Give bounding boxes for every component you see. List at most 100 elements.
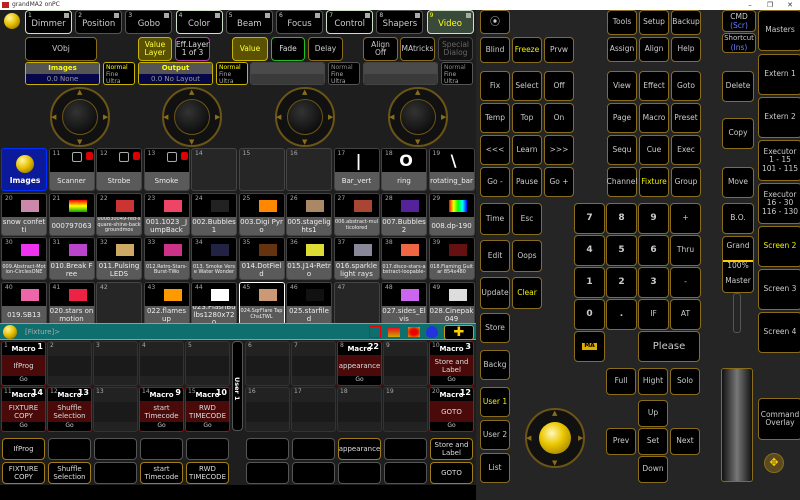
pool-item-18[interactable]: 18 Oring [381, 148, 427, 191]
encoder-3-display[interactable] [250, 62, 325, 85]
goto-key[interactable]: Goto [671, 71, 701, 101]
select-tool-key[interactable]: ⦿ [480, 10, 510, 34]
fade-button[interactable]: Fade [271, 37, 305, 61]
executor-15[interactable]: Macro 10 RWD TIMECODE Go 15 [185, 387, 230, 432]
at-key[interactable]: AT [670, 299, 701, 330]
pool-item-15[interactable]: 15 [238, 148, 285, 191]
pause-key[interactable]: Pause [512, 167, 542, 197]
down-key[interactable]: Down [638, 456, 668, 483]
pool-item-41[interactable]: 41 020.stars on motion [48, 281, 95, 325]
up-key[interactable]: Up [638, 400, 668, 427]
align-button[interactable]: Align Off [363, 37, 398, 61]
pool-item-11[interactable]: 11 Scanner [48, 148, 95, 191]
pool-item-17[interactable]: 17 | Bar_vert [333, 148, 380, 191]
temp-key[interactable]: Temp [480, 103, 510, 133]
grand-master-fader[interactable]: Grand 100% Master [722, 236, 754, 293]
restore-button[interactable]: ❐ [760, 0, 780, 10]
pool-item-31[interactable]: 31 010.Break Free [48, 237, 95, 280]
pool-item-26[interactable]: 26 005.stagelights1 [286, 192, 332, 236]
executor-2[interactable]: 2 [47, 341, 92, 386]
executor-button-5[interactable] [186, 438, 229, 460]
pool-item-28[interactable]: 28 007.Bubbles 2 [381, 192, 427, 236]
page-key[interactable]: Page [607, 103, 637, 133]
value-layer-button[interactable]: Value Layer [138, 37, 172, 61]
network-session-icon[interactable] [388, 327, 400, 337]
tab-color[interactable]: 4 Color [175, 10, 223, 34]
pool-item-38[interactable]: 38 017.disco-stars-abstract-loopable- [381, 237, 427, 280]
time-key[interactable]: Time [480, 203, 510, 235]
executor-16[interactable]: 16 [245, 387, 290, 432]
list-key[interactable]: List [480, 453, 510, 483]
pool-item-24[interactable]: 24 002.Bubbles 1 [191, 192, 237, 236]
pool-item-34[interactable]: 34 013. Smoke Verse Water Wonder [191, 237, 237, 280]
trackball[interactable]: ▲ ▼ ◀ ▶ [525, 408, 585, 468]
executor-button-17[interactable] [292, 462, 335, 484]
select-key[interactable]: Select [512, 71, 542, 101]
encoder-1-display[interactable]: Images 0.0 None [25, 62, 100, 85]
channel-key[interactable]: Channel [607, 167, 637, 197]
next-key[interactable]: Next [670, 428, 700, 455]
command-overlay-key[interactable]: Command Overlay [758, 398, 800, 440]
executor-5[interactable]: 5 [185, 341, 230, 386]
pool-item-30[interactable]: 30 009.Abstract-Motion-CirclesONE [1, 237, 47, 280]
0-key[interactable]: 0 [574, 299, 605, 330]
5-key[interactable]: 5 [606, 235, 637, 266]
tab-beam[interactable]: 5 Beam [225, 10, 273, 34]
key-key[interactable]: . [606, 299, 637, 330]
special-dialog-button[interactable]: Special Dialog [438, 37, 473, 61]
master-ball-icon[interactable] [4, 13, 20, 29]
prvw-key[interactable]: Prvw [544, 37, 574, 63]
executor-6[interactable]: 6 [245, 341, 290, 386]
executor-13[interactable]: 13 [93, 387, 138, 432]
executor-7[interactable]: 7 [291, 341, 336, 386]
solo-key[interactable]: Solo [670, 368, 700, 395]
on-key[interactable]: On [544, 103, 574, 133]
pool-item-36[interactable]: 36 015.J14-Retro [286, 237, 332, 280]
executor-button-4[interactable] [140, 438, 183, 460]
user-2-key[interactable]: User 2 [480, 420, 510, 450]
executor-20[interactable]: Macro 12 GOTO Go 20 [429, 387, 474, 432]
oops-key[interactable]: Oops [512, 240, 542, 272]
executor-button-18[interactable] [338, 462, 381, 484]
executor-8[interactable]: Macro 22 appearance Go 8 [337, 341, 382, 386]
2-key[interactable]: 2 [606, 267, 637, 298]
top-key[interactable]: Top [512, 103, 542, 133]
key-key[interactable]: + [670, 203, 701, 234]
pool-item-45[interactable]: 45 024.SqrFlare TapChsLTWL [238, 281, 285, 325]
fixture-key[interactable]: Fixture [639, 167, 669, 197]
learn-key[interactable]: Learn [512, 135, 542, 165]
minimize-button[interactable]: – [740, 0, 760, 10]
encoder-4-knob[interactable]: ▲ ▼ ◀ ▶ [388, 87, 448, 147]
full-key[interactable]: Full [606, 368, 636, 395]
pool-item-23[interactable]: 23 001.1023 _JumpBack [143, 192, 190, 236]
executor-button-1[interactable]: IfProg [2, 438, 45, 460]
backup-key[interactable]: Backup [671, 10, 701, 35]
pool-item-47[interactable]: 47 [333, 281, 380, 325]
setup-key[interactable]: Setup [639, 10, 669, 35]
freeze-key[interactable]: Freeze [512, 37, 542, 63]
tab-video[interactable]: 9 Video [426, 10, 474, 34]
executor-button-14[interactable]: start Timecode [140, 462, 183, 484]
hight-key[interactable]: Hight [638, 368, 668, 395]
pool-item-13[interactable]: 13 Smoke [143, 148, 190, 191]
pool-item-43[interactable]: 43 022.flames up [143, 281, 190, 325]
encoder-1-knob[interactable]: ▲ ▼ ◀ ▶ [50, 87, 110, 147]
cmd-key[interactable]: CMD (Scr) [722, 10, 756, 32]
pool-item-12[interactable]: 12 Strobe [96, 148, 142, 191]
3-key[interactable]: 3 [638, 267, 669, 298]
preset-key[interactable]: Preset [671, 103, 701, 133]
tab-control[interactable]: 7 Control [326, 10, 374, 34]
tab-focus[interactable]: 6 Focus [276, 10, 323, 34]
executor-3[interactable]: 3 [93, 341, 138, 386]
pool-item-27[interactable]: 27 006.abstract-multicolored [333, 192, 380, 236]
executor-button-9[interactable] [384, 438, 427, 460]
pool-item-19[interactable]: 19 \ rotating_bar [428, 148, 475, 191]
macro-key[interactable]: Macro [639, 103, 669, 133]
view-key[interactable]: View [607, 71, 637, 101]
executor-12[interactable]: Macro 13 Shuffle Selection Go 12 [47, 387, 92, 432]
go-key[interactable]: Go + [544, 167, 574, 197]
level-wheel[interactable] [721, 368, 753, 482]
executor-1-15-101-115-key[interactable]: Executor 1 - 15 101 - 115 [758, 140, 800, 181]
please-key[interactable]: Please [638, 331, 700, 362]
group-key[interactable]: Group [671, 167, 701, 197]
